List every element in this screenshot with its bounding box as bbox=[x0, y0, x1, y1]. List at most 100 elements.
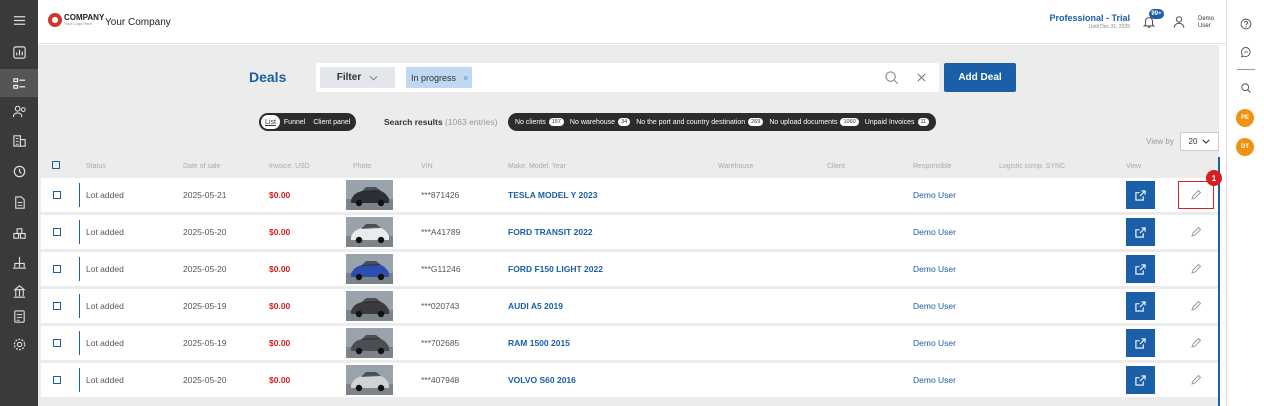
clear-icon[interactable] bbox=[916, 72, 927, 83]
make-model-link[interactable]: VOLVO S60 2016 bbox=[508, 363, 576, 397]
network-icon[interactable] bbox=[0, 277, 38, 305]
view-button[interactable] bbox=[1126, 329, 1155, 357]
view-button[interactable] bbox=[1126, 218, 1155, 246]
row-checkbox[interactable] bbox=[53, 191, 61, 199]
close-icon[interactable]: × bbox=[463, 73, 468, 83]
table-row[interactable]: Lot added 2025-05-20 $0.00 ***G11246 FORD F1… bbox=[41, 252, 1218, 286]
document-icon[interactable] bbox=[0, 188, 38, 216]
plan-info[interactable]: Professional - Trial Until Dec 31, 2025 bbox=[1049, 13, 1130, 30]
vin-cell: ***871426 bbox=[421, 190, 460, 200]
pencil-icon bbox=[1191, 374, 1202, 385]
search-icon[interactable] bbox=[884, 70, 899, 85]
view-button[interactable] bbox=[1126, 181, 1155, 209]
quick-filter[interactable]: No warehouse 34 bbox=[570, 118, 631, 126]
row-checkbox[interactable] bbox=[53, 376, 61, 384]
car-photo[interactable] bbox=[346, 180, 393, 210]
edit-button[interactable] bbox=[1178, 255, 1214, 283]
tab-client-panel[interactable]: Client panel bbox=[309, 115, 354, 129]
chat-icon[interactable] bbox=[1237, 43, 1255, 61]
edit-button[interactable] bbox=[1178, 366, 1214, 394]
car-photo[interactable] bbox=[346, 254, 393, 284]
view-switcher: List Funnel Client panel bbox=[259, 113, 357, 131]
table-row[interactable]: Lot added 2025-05-19 $0.00 ***020743 AUDI A5… bbox=[41, 289, 1218, 323]
edit-button[interactable] bbox=[1178, 329, 1214, 357]
table-row[interactable]: Lot added 2025-05-20 $0.00 ***A41789 FORD TR… bbox=[41, 215, 1218, 249]
avatar-pe[interactable]: PE bbox=[1236, 109, 1254, 127]
quick-filter-label: Unpaid Invoices bbox=[864, 118, 915, 126]
table-row[interactable]: Lot added 2025-05-19 $0.00 ***702685 RAM 150… bbox=[41, 326, 1218, 360]
row-checkbox[interactable] bbox=[53, 265, 61, 273]
status-cell: Lot added bbox=[86, 338, 124, 348]
quick-filter[interactable]: No clients 157 bbox=[515, 118, 564, 126]
user-icon[interactable] bbox=[1172, 15, 1186, 29]
quick-filter-count: 269 bbox=[748, 118, 764, 126]
status-cell: Lot added bbox=[86, 227, 124, 237]
deals-icon[interactable] bbox=[0, 69, 38, 97]
status-indicator bbox=[79, 294, 80, 318]
view-button[interactable] bbox=[1126, 292, 1155, 320]
quick-filter[interactable]: No upload documents 1060 bbox=[769, 118, 859, 126]
buildings-icon[interactable] bbox=[0, 126, 38, 154]
menu-icon[interactable] bbox=[0, 6, 38, 34]
report-icon[interactable] bbox=[0, 302, 38, 330]
status-cell: Lot added bbox=[86, 264, 124, 274]
scrollbar[interactable] bbox=[1218, 157, 1220, 406]
user-name[interactable]: Demo User bbox=[1198, 16, 1220, 30]
row-checkbox[interactable] bbox=[53, 339, 61, 347]
filter-search-bar[interactable]: Filter In progress × bbox=[316, 63, 939, 92]
car-photo[interactable] bbox=[346, 328, 393, 358]
make-model-link[interactable]: RAM 1500 2015 bbox=[508, 326, 570, 360]
make-model-link[interactable]: TESLA MODEL Y 2023 bbox=[508, 178, 597, 212]
responsible-link[interactable]: Demo User bbox=[913, 215, 956, 249]
dashboard-icon[interactable] bbox=[0, 38, 38, 66]
edit-button[interactable] bbox=[1178, 292, 1214, 320]
table-row[interactable]: Lot added 2025-05-21 $0.00 ***871426 TESLA M… bbox=[41, 178, 1218, 212]
view-button[interactable] bbox=[1126, 366, 1155, 394]
car-photo[interactable] bbox=[346, 291, 393, 321]
view-button[interactable] bbox=[1126, 255, 1155, 283]
external-link-icon bbox=[1135, 337, 1146, 349]
quick-filter-label: No the port and country destination bbox=[636, 118, 746, 126]
filter-button[interactable]: Filter bbox=[320, 67, 395, 88]
select-all-checkbox[interactable] bbox=[52, 161, 60, 169]
filter-chip[interactable]: In progress × bbox=[406, 67, 473, 88]
avatar-dt[interactable]: DT bbox=[1236, 138, 1254, 156]
quick-filter[interactable]: Unpaid Invoices 11 bbox=[865, 118, 930, 126]
tab-list[interactable]: List bbox=[261, 115, 280, 129]
help-icon[interactable] bbox=[1237, 15, 1255, 33]
row-checkbox[interactable] bbox=[53, 228, 61, 236]
column-responsible: Responsible bbox=[913, 163, 952, 170]
edit-button[interactable] bbox=[1178, 181, 1214, 209]
warehouse-icon[interactable] bbox=[0, 219, 38, 247]
table-row[interactable]: Lot added 2025-05-20 $0.00 ***407948 VOLVO S… bbox=[41, 363, 1218, 397]
vin-cell: ***G11246 bbox=[421, 264, 461, 274]
row-checkbox[interactable] bbox=[53, 302, 61, 310]
column-make-model-year: Make, Model, Year bbox=[508, 163, 566, 170]
responsible-link[interactable]: Demo User bbox=[913, 252, 956, 286]
responsible-link[interactable]: Demo User bbox=[913, 363, 956, 397]
responsible-link[interactable]: Demo User bbox=[913, 326, 956, 360]
tab-funnel[interactable]: Funnel bbox=[280, 115, 309, 129]
make-model-link[interactable]: FORD F150 LIGHT 2022 bbox=[508, 252, 603, 286]
car-photo[interactable] bbox=[346, 365, 393, 395]
quick-filter[interactable]: No the port and country destination 269 bbox=[636, 118, 764, 126]
external-link-icon bbox=[1135, 374, 1146, 386]
car-photo[interactable] bbox=[346, 217, 393, 247]
add-deal-button[interactable]: Add Deal bbox=[944, 63, 1016, 92]
history-icon[interactable] bbox=[0, 157, 38, 185]
column-warehouse: Warehouse bbox=[718, 163, 754, 170]
gear-icon[interactable] bbox=[0, 330, 38, 358]
search-icon[interactable] bbox=[1237, 79, 1255, 97]
make-model-link[interactable]: AUDI A5 2019 bbox=[508, 289, 563, 323]
annotation-marker: 1 bbox=[1206, 170, 1222, 186]
make-model-link[interactable]: FORD TRANSIT 2022 bbox=[508, 215, 593, 249]
company-logo[interactable]: COMPANY Your Logo Here bbox=[48, 13, 104, 27]
edit-button[interactable] bbox=[1178, 218, 1214, 246]
pencil-icon bbox=[1191, 189, 1202, 200]
page-size-select[interactable]: 20 bbox=[1180, 132, 1219, 151]
status-indicator bbox=[79, 220, 80, 244]
responsible-link[interactable]: Demo User bbox=[913, 289, 956, 323]
tree-icon[interactable] bbox=[0, 248, 38, 276]
users-icon[interactable] bbox=[0, 97, 38, 125]
responsible-link[interactable]: Demo User bbox=[913, 178, 956, 212]
